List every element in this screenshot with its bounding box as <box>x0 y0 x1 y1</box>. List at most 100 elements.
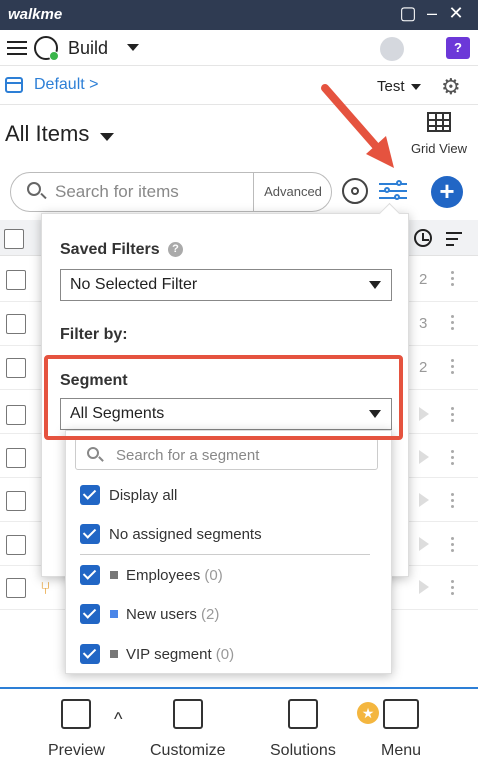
row-count: 3 <box>419 315 428 332</box>
row-more-icon[interactable] <box>451 271 455 289</box>
segment-search-input[interactable] <box>116 445 366 465</box>
mode-dropdown-caret-icon[interactable] <box>127 44 139 51</box>
settings-gear-icon[interactable]: ⚙ <box>441 74 461 100</box>
sort-icon[interactable] <box>446 232 462 246</box>
chevron-up-icon[interactable]: ^ <box>114 709 122 730</box>
row-more-icon[interactable] <box>451 493 455 511</box>
segment-color-swatch <box>110 650 118 658</box>
checkbox-checked[interactable] <box>80 644 100 664</box>
build-mode-icon[interactable] <box>34 36 59 61</box>
menu-icon <box>383 699 420 729</box>
nav-menu[interactable]: Menu <box>381 699 421 760</box>
minimize-icon[interactable]: – <box>421 3 443 24</box>
title-dropdown-caret-icon[interactable] <box>100 133 114 141</box>
star-badge-icon: ★ <box>357 702 379 724</box>
grid-icon <box>427 112 451 132</box>
row-more-icon[interactable] <box>451 359 455 377</box>
segment-search-box <box>75 438 378 470</box>
row-checkbox[interactable] <box>6 578 26 598</box>
row-checkbox[interactable] <box>6 405 26 425</box>
monitor-play-icon <box>61 699 92 729</box>
play-icon[interactable] <box>419 580 429 594</box>
clock-icon[interactable] <box>414 229 432 247</box>
toolbar: Build ? <box>0 30 478 66</box>
row-more-icon[interactable] <box>451 450 455 468</box>
add-item-button[interactable]: + <box>431 176 463 208</box>
play-icon[interactable] <box>419 407 429 421</box>
saved-filters-label: Saved Filters <box>60 241 160 258</box>
segment-option-label: VIP segment <box>126 646 212 663</box>
divider <box>80 554 370 555</box>
advanced-search-button[interactable]: Advanced <box>253 173 332 211</box>
nav-menu-label: Menu <box>381 742 422 759</box>
segment-color-swatch <box>110 610 118 618</box>
row-checkbox[interactable] <box>6 358 26 378</box>
row-checkbox[interactable] <box>6 491 26 511</box>
row-count: 2 <box>419 359 428 376</box>
page-title[interactable]: All Items <box>5 121 89 147</box>
checkbox-checked[interactable] <box>80 604 100 624</box>
test-selector[interactable]: Test <box>377 78 405 95</box>
segment-option-label: Employees <box>126 567 201 584</box>
saved-filter-value: No Selected Filter <box>70 276 198 293</box>
filter-sliders-icon[interactable] <box>379 180 407 202</box>
row-count: 2 <box>419 271 428 288</box>
segment-color-swatch <box>110 571 118 579</box>
segment-count: (0) <box>215 646 235 663</box>
bottom-navigation: Preview ^ Customize Solutions Menu <box>0 687 478 768</box>
nav-customize[interactable]: Customize <box>150 699 226 760</box>
segment-option-label: New users <box>126 606 197 623</box>
environment-bar: Default > Test ⚙ <box>0 67 478 105</box>
notification-bell-icon[interactable] <box>380 37 404 61</box>
window-layout-icon[interactable]: ▢ <box>397 3 419 24</box>
search-icon <box>87 447 99 459</box>
environment-icon <box>5 77 23 93</box>
search-box: Advanced <box>10 172 332 212</box>
help-button[interactable]: ? <box>446 37 470 59</box>
mode-label[interactable]: Build <box>68 38 108 59</box>
search-icon <box>27 182 41 196</box>
segment-count: (0) <box>204 567 223 584</box>
filter-by-label: Filter by: <box>60 326 128 343</box>
checkbox-checked[interactable] <box>80 524 100 544</box>
row-more-icon[interactable] <box>451 580 455 598</box>
walkme-logo: walkme <box>8 6 63 23</box>
annotation-arrow-head <box>366 136 394 168</box>
play-icon[interactable] <box>419 450 429 464</box>
row-more-icon[interactable] <box>451 315 455 333</box>
row-checkbox[interactable] <box>6 535 26 555</box>
search-input[interactable] <box>55 181 247 203</box>
saved-filter-select[interactable]: No Selected Filter <box>60 269 392 301</box>
test-dropdown-caret-icon[interactable] <box>411 84 421 90</box>
target-icon[interactable] <box>342 178 368 204</box>
segment-option-label: Display all <box>109 487 178 504</box>
chevron-down-icon <box>369 281 381 289</box>
close-icon[interactable]: ✕ <box>445 3 467 24</box>
nav-preview[interactable]: Preview <box>48 699 105 760</box>
segment-option-label: No assigned segments <box>109 526 262 543</box>
annotation-highlight-box <box>44 355 403 440</box>
nav-preview-label: Preview <box>48 742 105 759</box>
select-all-checkbox[interactable] <box>4 229 24 249</box>
solutions-box-icon <box>287 699 318 729</box>
grid-view-button[interactable]: Grid View <box>407 112 471 156</box>
environment-link[interactable]: Default > <box>34 76 98 94</box>
nav-solutions-label: Solutions <box>270 742 336 759</box>
checkbox-checked[interactable] <box>80 565 100 585</box>
row-more-icon[interactable] <box>451 537 455 555</box>
hamburger-menu-icon[interactable] <box>7 41 27 55</box>
row-checkbox[interactable] <box>6 314 26 334</box>
row-checkbox[interactable] <box>6 270 26 290</box>
row-checkbox[interactable] <box>6 448 26 468</box>
checkbox-checked[interactable] <box>80 485 100 505</box>
title-bar: walkme ▢ – ✕ <box>0 0 478 30</box>
row-more-icon[interactable] <box>451 407 455 425</box>
info-icon[interactable]: ? <box>168 242 183 257</box>
nav-solutions[interactable]: Solutions <box>270 699 336 760</box>
segment-count: (2) <box>201 606 220 623</box>
segment-dropdown-list: Display all No assigned segments Employe… <box>65 430 392 674</box>
item-type-icon: ⑂ <box>40 578 51 598</box>
play-icon[interactable] <box>419 493 429 507</box>
paint-roller-icon <box>172 699 203 729</box>
play-icon[interactable] <box>419 537 429 551</box>
